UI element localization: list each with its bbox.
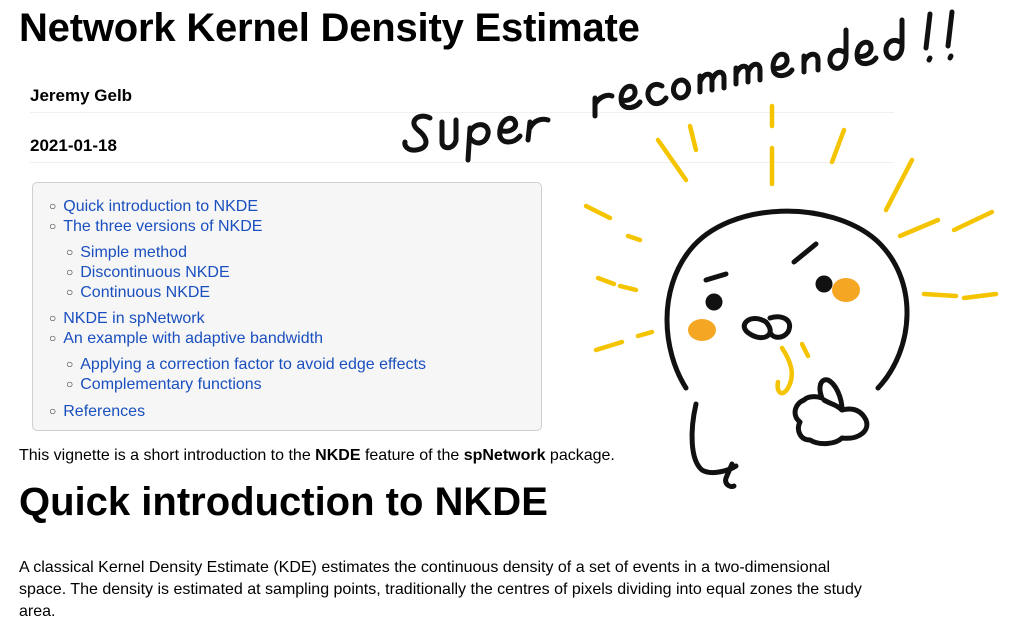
toc-link[interactable]: NKDE in spNetwork — [63, 310, 204, 327]
toc-link[interactable]: An example with adaptive bandwidth — [63, 330, 323, 347]
sunburst-rays — [583, 103, 999, 396]
bullet-icon: ○ — [66, 265, 74, 279]
toc-item[interactable]: ○ NKDE in spNetwork — [49, 308, 205, 329]
toc-item[interactable]: ○ Quick introduction to NKDE — [49, 196, 258, 217]
section-paragraph: A classical Kernel Density Estimate (KDE… — [19, 559, 862, 620]
recommendation-sticker — [402, 9, 999, 489]
toc-link[interactable]: Simple method — [80, 244, 187, 261]
toc-item[interactable]: ○ The three versions of NKDE — [49, 216, 262, 237]
intro-bold-nkde: NKDE — [315, 447, 361, 464]
bullet-icon: ○ — [66, 245, 74, 259]
toc-link[interactable]: Quick introduction to NKDE — [63, 198, 258, 215]
toc-subitem[interactable]: ○ Discontinuous NKDE — [66, 262, 230, 283]
toc-subitem[interactable]: ○ Complementary functions — [66, 374, 262, 395]
toc-subitem[interactable]: ○ Continuous NKDE — [66, 282, 210, 303]
bullet-icon: ○ — [49, 404, 57, 418]
toc-link[interactable]: Continuous NKDE — [80, 284, 210, 301]
bullet-icon: ○ — [66, 285, 74, 299]
bullet-icon: ○ — [49, 331, 57, 345]
bullet-icon: ○ — [66, 357, 74, 371]
toc-subitem[interactable]: ○ Applying a correction factor to avoid e… — [66, 354, 426, 375]
bullet-icon: ○ — [49, 219, 57, 233]
handwritten-caption-drawing — [402, 9, 955, 163]
toc-link[interactable]: Applying a correction factor to avoid ed… — [80, 356, 426, 373]
bullet-icon: ○ — [66, 377, 74, 391]
toc-item[interactable]: ○ References — [49, 401, 145, 422]
toc-item[interactable]: ○ An example with adaptive bandwidth — [49, 328, 323, 349]
toc-link[interactable]: The three versions of NKDE — [63, 218, 262, 235]
bullet-icon: ○ — [49, 199, 57, 213]
toc-subitem[interactable]: ○ Simple method — [66, 242, 187, 263]
bullet-icon: ○ — [49, 311, 57, 325]
character-drawing — [664, 208, 910, 489]
toc-link[interactable]: Complementary functions — [80, 376, 261, 393]
cheek-right — [832, 278, 860, 302]
intro-text: This vignette is a short introduction to… — [19, 447, 316, 464]
toc-link[interactable]: Discontinuous NKDE — [80, 264, 229, 281]
cheek-left — [688, 319, 716, 341]
toc-link[interactable]: References — [63, 403, 145, 420]
